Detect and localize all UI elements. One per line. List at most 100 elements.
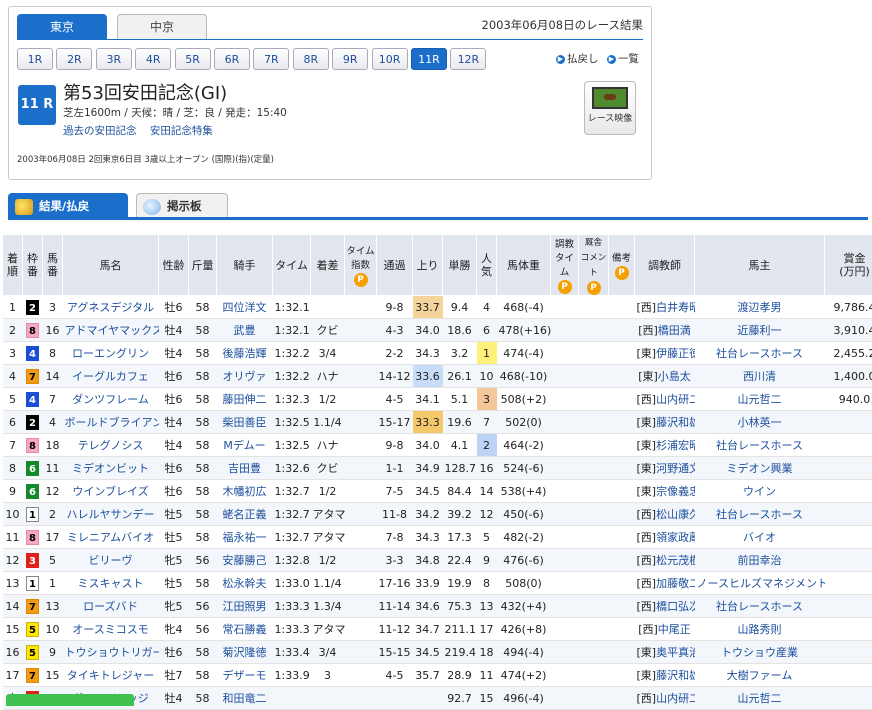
horse-name-link[interactable]: ダンツフレーム (72, 393, 149, 406)
horse-name-link[interactable]: ボールドブライアン (65, 416, 159, 429)
horse-name-link[interactable]: ローズバド (83, 600, 138, 613)
trainer-link[interactable]: 山内研二 (656, 393, 694, 406)
owner-link[interactable]: 西川清 (743, 370, 776, 383)
race-button-9r[interactable]: 9R (332, 48, 368, 70)
race-button-6r[interactable]: 6R (214, 48, 250, 70)
trainer-link[interactable]: 加藤敬二 (656, 577, 694, 590)
trainer-link[interactable]: 山内研二 (656, 692, 694, 705)
owner-link[interactable]: ミデオン興業 (727, 462, 793, 475)
trainer-link[interactable]: 領家政蔵 (656, 531, 694, 544)
horse-name-link[interactable]: ミレニアムバイオ (67, 531, 154, 544)
horse-name-link[interactable]: アグネスデジタル (67, 301, 154, 314)
horse-name-link[interactable]: ミデオンビット (72, 462, 149, 475)
jockey-link[interactable]: 安藤勝己 (223, 554, 267, 567)
owner-link[interactable]: ウイン (743, 485, 776, 498)
jockey-link[interactable]: 後藤浩輝 (223, 347, 267, 360)
race-button-3r[interactable]: 3R (96, 48, 132, 70)
race-button-5r[interactable]: 5R (175, 48, 211, 70)
owner-link[interactable]: 社台レースホース (716, 439, 803, 452)
owner-link[interactable]: 山路秀則 (738, 623, 782, 636)
jockey-link[interactable]: 藤田伸二 (223, 393, 267, 406)
jockey-link[interactable]: 松永幹夫 (223, 577, 267, 590)
horse-name-link[interactable]: ローエングリン (72, 347, 149, 360)
jockey-link[interactable]: 福永祐一 (223, 531, 267, 544)
race-button-11r[interactable]: 11R (411, 48, 447, 70)
race-button-8r[interactable]: 8R (293, 48, 329, 70)
jockey-link[interactable]: 蛯名正義 (223, 508, 267, 521)
horse-name-link[interactable]: ハレルヤサンデー (67, 508, 155, 521)
jockey-link[interactable]: 常石勝義 (223, 623, 267, 636)
trainer-link[interactable]: 藤沢和雄 (656, 416, 694, 429)
tab-results[interactable]: 結果/払戻 (8, 193, 128, 217)
jockey-link[interactable]: 木幡初広 (223, 485, 267, 498)
race-detail: 2003年06月08日 2回東京6日目 3歳以上オープン (国際)(指)(定量) (17, 153, 274, 165)
owner-link[interactable]: ノースヒルズマネジメント (697, 577, 825, 590)
owner-link[interactable]: 渡辺孝男 (738, 301, 782, 314)
owner-link[interactable]: 社台レースホース (716, 347, 803, 360)
jockey-link[interactable]: 柴田善臣 (223, 416, 267, 429)
jockey-link[interactable]: 四位洋文 (223, 301, 267, 314)
table-row: 17715タイキトレジャー牡758デザーモ1:33.934-535.728.91… (3, 664, 872, 687)
trainer-link[interactable]: 藤沢和雄 (656, 669, 694, 682)
trainer-link[interactable]: 橋口弘次 (656, 600, 694, 613)
owner-link[interactable]: 山元哲二 (738, 692, 782, 705)
horse-name-link[interactable]: トウショウトリガー (65, 646, 159, 659)
trainer-link[interactable]: 河野通文 (656, 462, 694, 475)
jockey-link[interactable]: デザーモ (223, 669, 267, 682)
owner-link[interactable]: 前田幸治 (738, 554, 782, 567)
last-3f: 33.6 (415, 370, 440, 383)
race-button-10r[interactable]: 10R (372, 48, 408, 70)
green-action-button[interactable] (6, 694, 134, 706)
trainer-link[interactable]: 松山康久 (656, 508, 694, 521)
jockey-link[interactable]: 菊沢隆徳 (223, 646, 267, 659)
payout-link[interactable]: ▶払戻し (556, 51, 599, 66)
race-button-7r[interactable]: 7R (253, 48, 289, 70)
finish-time: 1:33.3 (275, 600, 310, 613)
horse-name-link[interactable]: イーグルカフェ (72, 370, 149, 383)
trainer-link[interactable]: 中尾正 (658, 623, 691, 636)
trainer-link[interactable]: 奥平真治 (656, 646, 694, 659)
horse-name-link[interactable]: アドマイヤマックス (65, 324, 159, 337)
trainer-link[interactable]: 伊藤正徳 (656, 347, 694, 360)
race-button-2r[interactable]: 2R (56, 48, 92, 70)
owner-link[interactable]: 小林英一 (738, 416, 782, 429)
feature-link[interactable]: 安田記念特集 (150, 125, 213, 137)
trainer-link[interactable]: 杉浦宏昭 (656, 439, 694, 452)
trainer-link[interactable]: 松元茂樹 (656, 554, 694, 567)
race-button-4r[interactable]: 4R (135, 48, 171, 70)
horse-name-link[interactable]: ミスキャスト (78, 577, 144, 590)
owner-link[interactable]: バイオ (743, 531, 776, 544)
passing-order: 4-3 (386, 324, 404, 337)
tab-board[interactable]: 掲示板 (136, 193, 228, 217)
owner-link[interactable]: 大樹ファーム (727, 669, 793, 682)
race-button-1r[interactable]: 1R (17, 48, 53, 70)
jockey-link[interactable]: Mデムー (223, 439, 265, 452)
race-button-12r[interactable]: 12R (450, 48, 486, 70)
body-weight: 494(-4) (503, 646, 544, 659)
finish-position: 10 (6, 508, 20, 521)
owner-link[interactable]: トウショウ産業 (721, 646, 798, 659)
jockey-link[interactable]: 吉田豊 (228, 462, 261, 475)
owner-link[interactable]: 社台レースホース (716, 600, 803, 613)
trainer-link[interactable]: 小島太 (658, 370, 691, 383)
horse-name-link[interactable]: ウインブレイズ (72, 485, 148, 498)
trainer-link[interactable]: 宗像義忠 (656, 485, 694, 498)
jockey-link[interactable]: 武豊 (234, 324, 256, 337)
owner-link[interactable]: 山元哲二 (738, 393, 782, 406)
trainer-link[interactable]: 白井寿昭 (656, 301, 694, 314)
owner-link[interactable]: 近藤利一 (738, 324, 782, 337)
horse-name-link[interactable]: オースミコスモ (72, 623, 148, 636)
race-video-button[interactable]: レース映像 (584, 81, 636, 135)
list-link[interactable]: ▶一覧 (607, 51, 639, 66)
jockey-link[interactable]: 和田竜二 (223, 692, 267, 705)
horse-name-link[interactable]: ビリーヴ (89, 554, 133, 567)
tab-tokyo[interactable]: 東京 (17, 14, 107, 39)
past-race-link[interactable]: 過去の安田記念 (63, 125, 137, 137)
horse-name-link[interactable]: テレグノシス (78, 439, 144, 452)
jockey-link[interactable]: 江田照男 (223, 600, 267, 613)
owner-link[interactable]: 社台レースホース (716, 508, 803, 521)
horse-name-link[interactable]: タイキトレジャー (67, 669, 154, 682)
jockey-link[interactable]: オリヴァ (223, 370, 267, 383)
trainer-link[interactable]: 橋田満 (658, 324, 691, 337)
tab-chukyo[interactable]: 中京 (117, 14, 207, 39)
